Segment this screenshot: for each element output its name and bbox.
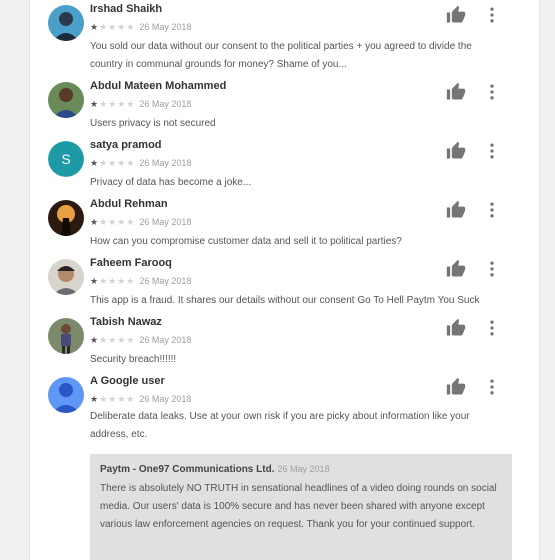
- review-date: 26 May 2018: [139, 335, 192, 345]
- reviewer-name[interactable]: A Google user: [90, 375, 165, 387]
- star-empty-icon: ★★★★: [99, 22, 136, 32]
- review-item: Abdul Mateen Mohammed ★★★★★ 26 May 2018 U…: [30, 77, 539, 137]
- review-meta: ★★★★★ 26 May 2018: [90, 275, 191, 287]
- more-vert-icon[interactable]: [482, 5, 502, 25]
- star-filled-icon: ★: [90, 22, 100, 32]
- avatar[interactable]: [48, 318, 84, 354]
- review-meta: ★★★★★ 26 May 2018: [90, 21, 191, 33]
- review-text: This app is a fraud. It shares our detai…: [90, 295, 480, 306]
- more-vert-icon[interactable]: [482, 200, 502, 220]
- avatar[interactable]: S: [48, 141, 84, 177]
- star-filled-icon: ★: [90, 217, 100, 227]
- more-vert-icon[interactable]: [482, 259, 502, 279]
- avatar-photo: [48, 318, 84, 354]
- reviews-card: Irshad Shaikh ★★★★★ 26 May 2018 You sold …: [29, 0, 540, 560]
- reviewer-name[interactable]: Faheem Farooq: [90, 257, 172, 269]
- review-text: Deliberate data leaks. Use at your own r…: [90, 411, 470, 440]
- star-rating: ★★★★★: [90, 217, 135, 227]
- default-user-icon: [48, 377, 84, 413]
- reviewer-name[interactable]: Tabish Nawaz: [90, 316, 162, 328]
- review-date: 26 May 2018: [139, 394, 192, 404]
- avatar[interactable]: [48, 82, 84, 118]
- review-date: 26 May 2018: [139, 217, 192, 227]
- avatar-letter: S: [48, 141, 84, 177]
- review-item: S satya pramod ★★★★★ 26 May 2018 Privacy …: [30, 136, 539, 196]
- review-date: 26 May 2018: [139, 276, 192, 286]
- reviewer-name[interactable]: Abdul Mateen Mohammed: [90, 80, 226, 92]
- avatar-photo: [48, 259, 84, 295]
- star-empty-icon: ★★★★: [99, 335, 136, 345]
- reply-text: There is absolutely NO TRUTH in sensatio…: [100, 483, 497, 530]
- star-filled-icon: ★: [90, 394, 100, 404]
- star-empty-icon: ★★★★: [99, 394, 136, 404]
- star-rating: ★★★★★: [90, 394, 135, 404]
- star-rating: ★★★★★: [90, 158, 135, 168]
- star-rating: ★★★★★: [90, 99, 135, 109]
- star-filled-icon: ★: [90, 99, 100, 109]
- review-meta: ★★★★★ 26 May 2018: [90, 98, 191, 110]
- review-meta: ★★★★★ 26 May 2018: [90, 334, 191, 346]
- review-date: 26 May 2018: [139, 99, 192, 109]
- star-rating: ★★★★★: [90, 335, 135, 345]
- review-date: 26 May 2018: [139, 158, 192, 168]
- review-meta: ★★★★★ 26 May 2018: [90, 157, 191, 169]
- more-vert-icon[interactable]: [482, 318, 502, 338]
- review-text: Privacy of data has become a joke...: [90, 177, 252, 188]
- thumbs-up-icon[interactable]: [446, 259, 466, 279]
- avatar[interactable]: [48, 377, 84, 413]
- review-item: Irshad Shaikh ★★★★★ 26 May 2018 You sold …: [30, 0, 539, 80]
- star-rating: ★★★★★: [90, 22, 135, 32]
- review-text: Users privacy is not secured: [90, 118, 216, 129]
- star-empty-icon: ★★★★: [99, 276, 136, 286]
- avatar[interactable]: [48, 5, 84, 41]
- review-item: Abdul Rehman ★★★★★ 26 May 2018 How can yo…: [30, 195, 539, 255]
- review-meta: ★★★★★ 26 May 2018: [90, 216, 191, 228]
- thumbs-up-icon[interactable]: [446, 377, 466, 397]
- reviewer-name[interactable]: Abdul Rehman: [90, 198, 168, 210]
- star-filled-icon: ★: [90, 158, 100, 168]
- reply-date: 26 May 2018: [277, 464, 330, 474]
- star-empty-icon: ★★★★: [99, 158, 136, 168]
- review-meta: ★★★★★ 26 May 2018: [90, 393, 191, 405]
- review-date: 26 May 2018: [139, 22, 192, 32]
- star-rating: ★★★★★: [90, 276, 135, 286]
- avatar-photo: [48, 200, 84, 236]
- thumbs-up-icon[interactable]: [446, 5, 466, 25]
- reply-author: Paytm - One97 Communications Ltd.: [100, 464, 275, 475]
- review-item: Faheem Farooq ★★★★★ 26 May 2018 This app …: [30, 254, 539, 314]
- reply-header: Paytm - One97 Communications Ltd. 26 May …: [100, 464, 330, 475]
- more-vert-icon[interactable]: [482, 377, 502, 397]
- review-text: How can you compromise customer data and…: [90, 236, 402, 247]
- star-empty-icon: ★★★★: [99, 99, 136, 109]
- thumbs-up-icon[interactable]: [446, 141, 466, 161]
- thumbs-up-icon[interactable]: [446, 82, 466, 102]
- more-vert-icon[interactable]: [482, 141, 502, 161]
- star-empty-icon: ★★★★: [99, 217, 136, 227]
- thumbs-up-icon[interactable]: [446, 318, 466, 338]
- more-vert-icon[interactable]: [482, 82, 502, 102]
- reviewer-name[interactable]: Irshad Shaikh: [90, 3, 162, 15]
- star-filled-icon: ★: [90, 335, 100, 345]
- review-item: A Google user ★★★★★ 26 May 2018 Deliberat…: [30, 372, 539, 452]
- avatar-photo: [48, 5, 84, 41]
- reviewer-name[interactable]: satya pramod: [90, 139, 162, 151]
- avatar-photo: [48, 82, 84, 118]
- review-text: You sold our data without our consent to…: [90, 41, 472, 70]
- developer-reply: Paytm - One97 Communications Ltd. 26 May …: [90, 454, 512, 560]
- thumbs-up-icon[interactable]: [446, 200, 466, 220]
- review-item: Tabish Nawaz ★★★★★ 26 May 2018 Security b…: [30, 313, 539, 373]
- avatar[interactable]: [48, 259, 84, 295]
- avatar[interactable]: [48, 200, 84, 236]
- review-text: Security breach!!!!!!: [90, 354, 177, 365]
- star-filled-icon: ★: [90, 276, 100, 286]
